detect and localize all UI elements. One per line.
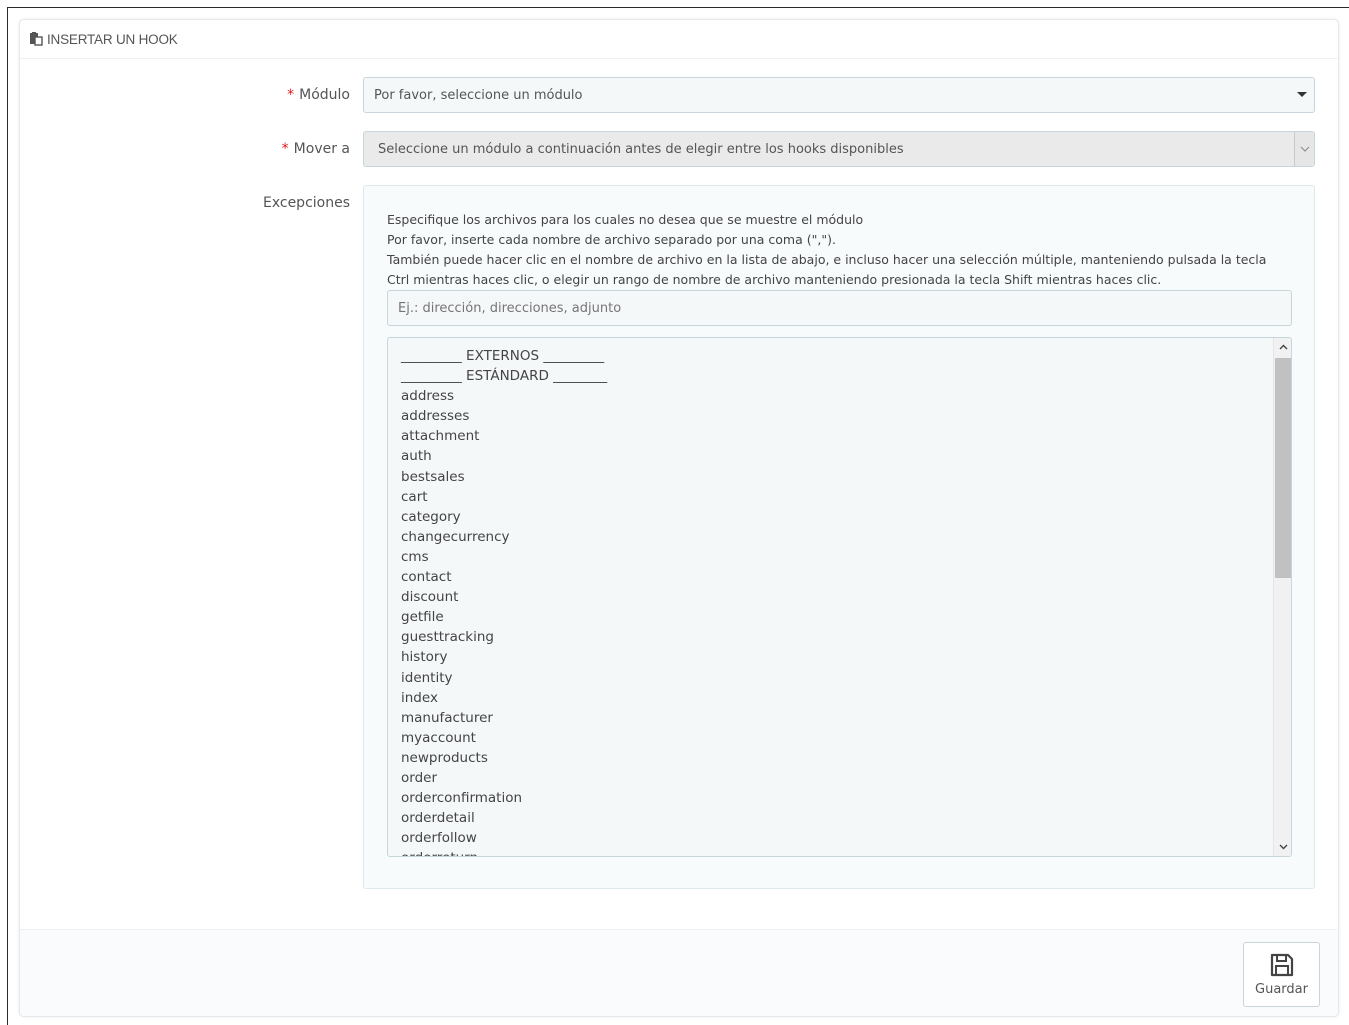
exceptions-label: Excepciones [263, 195, 350, 211]
panel-heading: INSERTAR UN HOOK [20, 20, 1338, 59]
move-to-label-text: Mover a [293, 141, 350, 157]
required-mark: * [287, 87, 295, 103]
help-line: También puede hacer clic en el nombre de… [387, 252, 1267, 287]
file-list-item[interactable]: guesttracking [401, 627, 1291, 647]
file-list-item[interactable]: attachment [401, 426, 1291, 446]
file-list-item[interactable]: address [401, 386, 1291, 406]
file-list-item[interactable]: orderconfirmation [401, 788, 1291, 808]
exceptions-input[interactable] [387, 290, 1292, 326]
move-to-select-value: Seleccione un módulo a continuación ante… [378, 141, 904, 157]
file-list-item[interactable]: orderfollow [401, 828, 1291, 848]
caret-down-icon [1297, 92, 1307, 97]
list-scrollbar[interactable] [1273, 338, 1291, 856]
file-list-item[interactable]: discount [401, 587, 1291, 607]
file-list-item[interactable]: getfile [401, 607, 1291, 627]
file-list-item[interactable]: orderdetail [401, 808, 1291, 828]
file-list-item[interactable]: _________ EXTERNOS _________ [401, 346, 1291, 366]
required-mark: * [281, 141, 289, 157]
exceptions-label-text: Excepciones [262, 195, 350, 211]
file-list-item[interactable]: changecurrency [401, 527, 1291, 547]
floppy-disk-icon [1270, 953, 1293, 977]
file-list-item[interactable]: _________ ESTÁNDARD ________ [401, 366, 1291, 386]
scrollbar-thumb[interactable] [1275, 358, 1291, 578]
exceptions-file-list[interactable]: _________ EXTERNOS _________ _________ ES… [387, 337, 1292, 857]
scroll-down-icon[interactable] [1274, 838, 1291, 856]
module-label-text: Módulo [299, 87, 350, 103]
file-list-item[interactable]: identity [401, 668, 1291, 688]
exceptions-box: Especifique los archivos para los cuales… [363, 185, 1315, 889]
exceptions-help: Especifique los archivos para los cuales… [387, 210, 1287, 290]
file-list-item[interactable]: orderreturn [401, 848, 1291, 856]
file-list-item[interactable]: auth [401, 446, 1291, 466]
file-list-item[interactable]: category [401, 507, 1291, 527]
file-list-item[interactable]: manufacturer [401, 708, 1291, 728]
module-label: * Módulo [287, 87, 350, 103]
insert-hook-panel: INSERTAR UN HOOK * Módulo Por favor, sele… [19, 19, 1339, 1017]
save-button[interactable]: Guardar [1243, 942, 1320, 1007]
paste-icon [29, 32, 43, 46]
panel-title: INSERTAR UN HOOK [47, 31, 178, 47]
file-list-item[interactable]: newproducts [401, 748, 1291, 768]
file-list-item[interactable]: index [401, 688, 1291, 708]
file-list-item[interactable]: contact [401, 567, 1291, 587]
help-line: Especifique los archivos para los cuales… [387, 212, 864, 227]
module-select[interactable]: Por favor, seleccione un módulo [363, 77, 1315, 113]
file-list-item[interactable]: history [401, 647, 1291, 667]
move-to-label: * Mover a [282, 141, 350, 157]
file-list-item[interactable]: bestsales [401, 467, 1291, 487]
file-list-item[interactable]: order [401, 768, 1291, 788]
file-list: _________ EXTERNOS _________ _________ ES… [388, 338, 1291, 856]
chevron-down-icon [1294, 132, 1314, 166]
scroll-up-icon[interactable] [1274, 338, 1291, 356]
panel-footer: Guardar [20, 929, 1338, 1016]
file-list-item[interactable]: cms [401, 547, 1291, 567]
module-select-value: Por favor, seleccione un módulo [374, 87, 583, 103]
file-list-item[interactable]: myaccount [401, 728, 1291, 748]
file-list-item[interactable]: addresses [401, 406, 1291, 426]
help-line: Por favor, inserte cada nombre de archiv… [387, 232, 836, 247]
save-button-label: Guardar [1255, 982, 1308, 997]
move-to-select[interactable]: Seleccione un módulo a continuación ante… [363, 131, 1315, 167]
file-list-item[interactable]: cart [401, 487, 1291, 507]
